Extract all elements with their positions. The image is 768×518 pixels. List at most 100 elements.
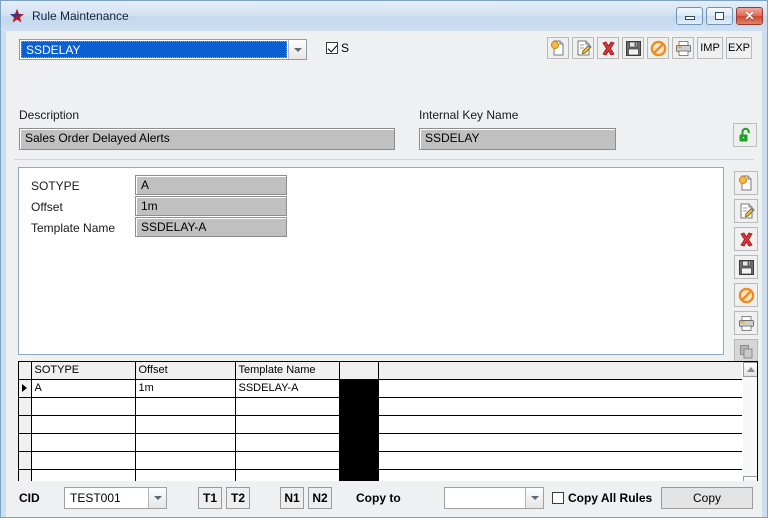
import-button[interactable]: IMP: [697, 37, 723, 59]
detail-edit-button[interactable]: [734, 199, 758, 223]
grid-header-selected-column[interactable]: [339, 362, 379, 380]
table-row[interactable]: [19, 451, 742, 470]
n2-button[interactable]: N2: [308, 487, 332, 509]
cell-selected-column[interactable]: [339, 451, 379, 470]
s-checkbox[interactable]: [326, 42, 338, 54]
cell-selected-column[interactable]: [339, 433, 379, 452]
grid-header-template-name[interactable]: Template Name: [235, 362, 340, 380]
delete-button[interactable]: [597, 37, 619, 59]
maximize-icon: [715, 12, 724, 20]
table-row[interactable]: [19, 397, 742, 416]
detail-delete-button[interactable]: [734, 227, 758, 251]
new-button[interactable]: [547, 37, 569, 59]
printer-icon: [738, 315, 754, 331]
cell-template-name[interactable]: [235, 415, 340, 434]
t2-button[interactable]: T2: [226, 487, 250, 509]
client-area: SSDELAY S IMP EXP Description Sales Orde…: [6, 31, 762, 517]
grid-header-offset[interactable]: Offset: [135, 362, 236, 380]
cell-selected-column[interactable]: [339, 379, 379, 398]
grid-table: SOTYPE Offset Template Name A 1m SSDELAY…: [19, 362, 742, 491]
detail-field-sotype[interactable]: A: [135, 175, 287, 195]
cell-filler: [378, 433, 742, 452]
copy-all-rules-group[interactable]: Copy All Rules: [552, 491, 652, 505]
cell-offset[interactable]: [135, 451, 236, 470]
internal-key-field[interactable]: SSDELAY: [419, 128, 616, 150]
copy-to-label: Copy to: [356, 491, 401, 505]
grid-scroll-area: SOTYPE Offset Template Name A 1m SSDELAY…: [19, 362, 742, 491]
cid-combo-arrow[interactable]: [148, 488, 166, 508]
edit-pencil-icon: [740, 203, 755, 218]
title-bar: Rule Maintenance ✕: [1, 1, 767, 31]
export-button[interactable]: EXP: [726, 37, 752, 59]
cell-template-name[interactable]: [235, 397, 340, 416]
print-button[interactable]: [672, 37, 694, 59]
copy-to-combo-arrow[interactable]: [525, 488, 543, 508]
minimize-button[interactable]: [676, 7, 703, 25]
detail-cancel-button[interactable]: [734, 283, 758, 307]
new-document-icon: [738, 175, 751, 190]
internal-key-label: Internal Key Name: [419, 108, 519, 122]
detail-label-offset: Offset: [31, 200, 63, 214]
cell-sotype[interactable]: [31, 415, 136, 434]
detail-new-button[interactable]: [734, 171, 758, 195]
copy-to-combo[interactable]: [444, 487, 544, 509]
cell-offset[interactable]: [135, 415, 236, 434]
chevron-down-icon: [153, 496, 162, 500]
cell-sotype[interactable]: [31, 451, 136, 470]
section-divider: [14, 159, 754, 160]
s-checkbox-group[interactable]: S: [326, 41, 349, 55]
rule-combo[interactable]: SSDELAY: [19, 39, 307, 60]
cell-sotype[interactable]: A: [31, 379, 136, 398]
cell-sotype[interactable]: [31, 397, 136, 416]
copy-all-rules-label: Copy All Rules: [568, 491, 653, 505]
table-row[interactable]: [19, 433, 742, 452]
cell-template-name[interactable]: SSDELAY-A: [235, 379, 340, 398]
unlock-button[interactable]: [733, 123, 757, 147]
description-label: Description: [19, 108, 80, 122]
cell-selected-column[interactable]: [339, 415, 379, 434]
row-marker-cell: [19, 451, 32, 470]
cid-combo[interactable]: TEST001: [64, 487, 167, 509]
current-row-icon: [22, 384, 27, 393]
close-button[interactable]: ✕: [736, 7, 763, 25]
detail-field-template-name[interactable]: SSDELAY-A: [135, 217, 287, 237]
cell-template-name[interactable]: [235, 451, 340, 470]
table-row[interactable]: [19, 415, 742, 434]
t1-button[interactable]: T1: [198, 487, 222, 509]
rule-combo-value: SSDELAY: [21, 41, 287, 58]
star-icon: [9, 8, 25, 24]
save-button[interactable]: [622, 37, 644, 59]
cancel-button[interactable]: [647, 37, 669, 59]
cell-offset[interactable]: [135, 397, 236, 416]
grid-vertical-scrollbar[interactable]: [742, 362, 757, 491]
detail-field-offset[interactable]: 1m: [135, 196, 287, 216]
grid-header-sotype[interactable]: SOTYPE: [31, 362, 136, 380]
cell-offset[interactable]: [135, 433, 236, 452]
detail-label-template-name: Template Name: [31, 221, 116, 235]
cell-selected-column[interactable]: [339, 397, 379, 416]
cell-filler: [378, 451, 742, 470]
cell-sotype[interactable]: [31, 433, 136, 452]
maximize-button[interactable]: [706, 7, 733, 25]
edit-button[interactable]: [572, 37, 594, 59]
cell-offset[interactable]: 1m: [135, 379, 236, 398]
floppy-disk-icon: [625, 40, 641, 56]
copy-button[interactable]: Copy: [661, 487, 753, 509]
window-title: Rule Maintenance: [32, 9, 129, 23]
main-toolbar: IMP EXP: [547, 37, 752, 59]
cell-template-name[interactable]: [235, 433, 340, 452]
copy-to-combo-value: [445, 488, 525, 508]
cancel-prohibition-icon: [738, 287, 754, 303]
copy-all-rules-checkbox[interactable]: [552, 492, 564, 504]
grid-header-filler: [378, 362, 742, 380]
scroll-up-button[interactable]: [743, 362, 757, 377]
description-field[interactable]: Sales Order Delayed Alerts: [19, 128, 395, 150]
rule-combo-arrow[interactable]: [288, 40, 306, 59]
cell-filler: [378, 379, 742, 398]
edit-pencil-icon: [577, 40, 592, 55]
table-row[interactable]: A 1m SSDELAY-A: [19, 379, 742, 398]
detail-print-button[interactable]: [734, 311, 758, 335]
grid-header-row: SOTYPE Offset Template Name: [19, 362, 742, 380]
n1-button[interactable]: N1: [280, 487, 304, 509]
detail-save-button[interactable]: [734, 255, 758, 279]
